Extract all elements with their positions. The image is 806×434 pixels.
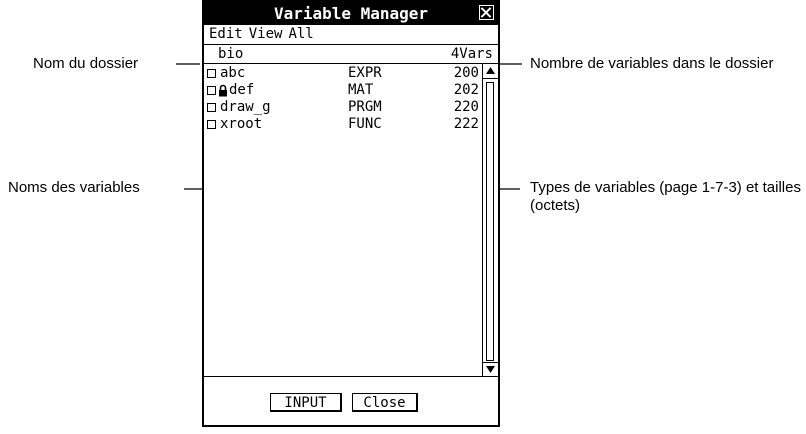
menu-view[interactable]: View (249, 25, 283, 44)
dialog-footer: INPUT Close (204, 376, 498, 425)
variable-name: xroot (220, 116, 263, 132)
select-checkbox[interactable] (207, 86, 216, 95)
annotation-variable-types: Types de variables (page 1-7-3) et taill… (530, 179, 801, 214)
arrow-down-icon (486, 366, 495, 373)
variable-type: EXPR (348, 65, 382, 81)
variable-name: abc (220, 65, 246, 81)
folder-bar: bio 4Vars (204, 45, 498, 64)
variable-size: 200 (453, 65, 479, 81)
title-bar: Variable Manager (204, 2, 498, 25)
variable-type: FUNC (348, 116, 382, 132)
annotation-variable-names: Noms des variables (8, 179, 140, 196)
menu-edit[interactable]: Edit (209, 25, 243, 44)
list-scrollbar[interactable] (482, 64, 498, 377)
scroll-down-button[interactable] (483, 362, 498, 377)
lock-icon (219, 84, 227, 97)
annotation-variable-count: Nombre de variables dans le dossier (530, 55, 774, 72)
variable-row[interactable]: xroot FUNC 222 (204, 116, 480, 133)
scroll-up-button[interactable] (483, 64, 498, 79)
variable-row[interactable]: abc EXPR 200 (204, 65, 480, 82)
arrow-up-icon (486, 67, 495, 74)
variable-size: 202 (453, 82, 479, 98)
menu-bar: Edit View All (204, 25, 498, 45)
select-checkbox[interactable] (207, 69, 216, 78)
select-checkbox[interactable] (207, 103, 216, 112)
folder-name[interactable]: bio (218, 45, 243, 63)
variable-name: def (229, 82, 255, 98)
variable-size: 222 (453, 116, 479, 132)
menu-all[interactable]: All (288, 25, 313, 44)
variable-count: 4Vars (450, 46, 493, 62)
variable-row[interactable]: draw_g PRGM 220 (204, 99, 480, 116)
variable-row[interactable]: def MAT 202 (204, 82, 480, 99)
input-button[interactable]: INPUT (270, 393, 342, 412)
scroll-thumb[interactable] (486, 82, 494, 361)
window-title: Variable Manager (273, 4, 429, 23)
close-button[interactable]: Close (352, 393, 418, 412)
variable-list: abc EXPR 200 def MAT 202 draw_g PRGM 220… (204, 64, 498, 377)
variable-manager-window: Variable Manager Edit View All bio 4Vars… (202, 0, 500, 427)
variable-name: draw_g (220, 99, 271, 115)
variable-size: 220 (453, 99, 479, 115)
close-icon[interactable] (479, 5, 494, 20)
variable-type: PRGM (348, 99, 382, 115)
variable-type: MAT (348, 82, 374, 98)
annotation-folder-name: Nom du dossier (33, 55, 139, 72)
select-checkbox[interactable] (207, 120, 216, 129)
